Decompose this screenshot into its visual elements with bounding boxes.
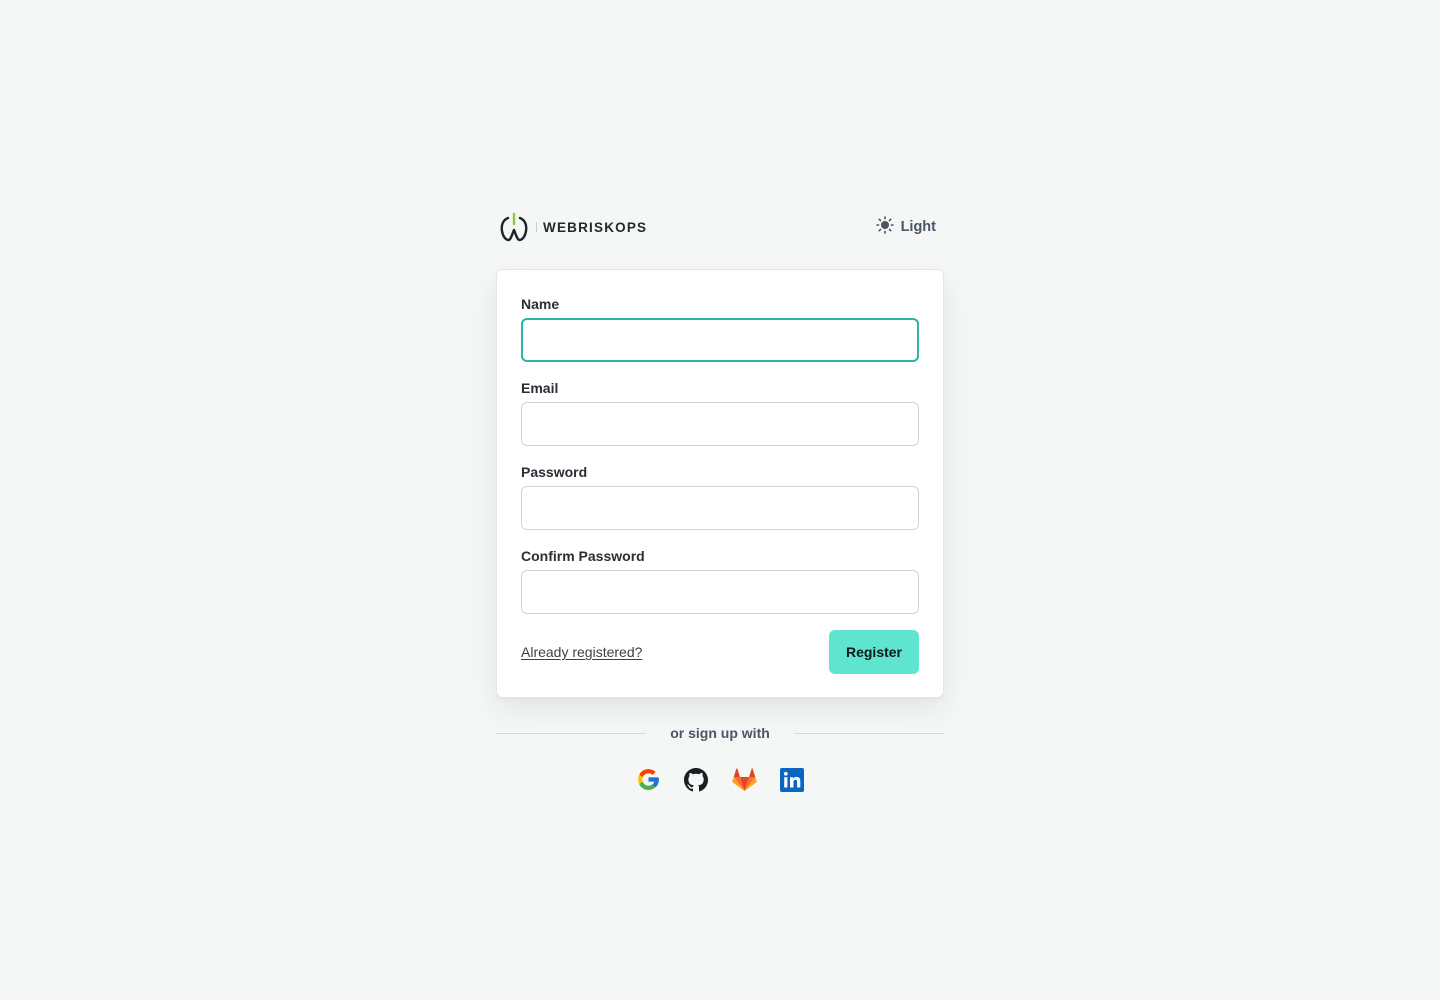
password-field-group: Password bbox=[521, 464, 919, 530]
name-label: Name bbox=[521, 296, 560, 312]
social-login-buttons bbox=[496, 767, 944, 792]
password-input[interactable] bbox=[521, 486, 919, 530]
form-actions: Already registered? Register bbox=[521, 630, 919, 674]
confirm-password-field-group: Confirm Password bbox=[521, 548, 919, 614]
register-container: WEBRISKOPS Light Name Email Password Con… bbox=[496, 208, 945, 792]
google-signup-button[interactable] bbox=[636, 767, 661, 792]
password-label: Password bbox=[521, 464, 588, 480]
already-registered-link[interactable]: Already registered? bbox=[521, 644, 642, 660]
github-icon bbox=[684, 767, 708, 792]
name-field-group: Name bbox=[521, 296, 919, 362]
webriskops-logo-icon bbox=[499, 212, 529, 242]
email-label: Email bbox=[521, 380, 559, 396]
social-divider: or sign up with bbox=[496, 725, 945, 741]
gitlab-icon bbox=[731, 767, 757, 792]
register-button[interactable]: Register bbox=[829, 630, 919, 674]
register-card: Name Email Password Confirm Password Alr… bbox=[496, 269, 944, 698]
confirm-password-input[interactable] bbox=[521, 570, 919, 614]
email-input[interactable] bbox=[521, 402, 919, 446]
divider-line-right bbox=[793, 732, 945, 734]
google-icon bbox=[636, 767, 661, 792]
name-input[interactable] bbox=[521, 318, 919, 362]
linkedin-icon bbox=[780, 767, 804, 792]
email-field-group: Email bbox=[521, 380, 919, 446]
theme-toggle-button[interactable]: Light bbox=[875, 216, 936, 238]
confirm-password-label: Confirm Password bbox=[521, 548, 645, 564]
brand-name: WEBRISKOPS bbox=[543, 219, 648, 235]
brand-logo[interactable]: WEBRISKOPS bbox=[499, 212, 647, 242]
gitlab-signup-button[interactable] bbox=[731, 767, 757, 792]
top-bar: WEBRISKOPS Light bbox=[496, 208, 944, 246]
theme-toggle-label: Light bbox=[900, 219, 936, 235]
linkedin-signup-button[interactable] bbox=[780, 767, 805, 792]
github-signup-button[interactable] bbox=[684, 767, 709, 792]
divider-line-left bbox=[496, 732, 647, 734]
divider-text: or sign up with bbox=[670, 725, 770, 741]
brand-separator bbox=[536, 222, 537, 232]
sun-icon bbox=[875, 216, 894, 238]
